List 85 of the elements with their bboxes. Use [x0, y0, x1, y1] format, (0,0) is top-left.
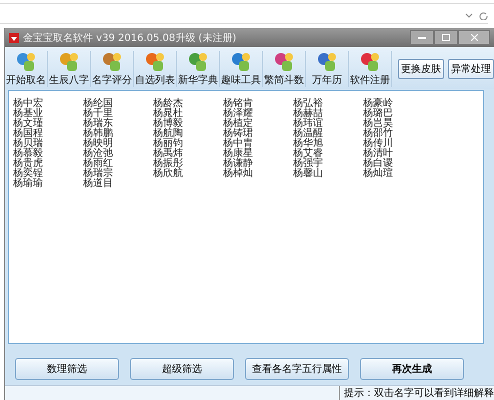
- name-item[interactable]: 杨雨红: [83, 159, 153, 169]
- app-icon[interactable]: [315, 51, 339, 73]
- name-item[interactable]: 杨禹炜: [153, 149, 223, 159]
- name-item[interactable]: 杨康星: [223, 149, 293, 159]
- maximize-icon: [442, 34, 450, 41]
- app-icon[interactable]: [358, 51, 382, 73]
- name-item[interactable]: 杨强宇: [293, 159, 363, 169]
- name-item[interactable]: 杨道目: [83, 179, 153, 189]
- name-item[interactable]: 杨慕毅: [13, 149, 83, 159]
- app-icon[interactable]: [57, 51, 81, 73]
- name-item[interactable]: 杨棹灿: [223, 169, 293, 179]
- toolbar-button[interactable]: 异常处理: [448, 59, 494, 79]
- name-item[interactable]: 杨中宏: [13, 99, 83, 109]
- app-icon[interactable]: [272, 51, 296, 73]
- name-item[interactable]: 杨贵虎: [13, 159, 83, 169]
- name-item[interactable]: 杨豪岭: [363, 99, 433, 109]
- name-item[interactable]: 杨谦静: [223, 159, 293, 169]
- name-item[interactable]: 杨邵竹: [363, 129, 433, 139]
- name-item[interactable]: 杨瑞东: [83, 119, 153, 129]
- name-item[interactable]: 杨玮谊: [293, 119, 363, 129]
- action-button[interactable]: 超级筛选: [130, 358, 234, 380]
- name-item[interactable]: 杨璐巴: [363, 109, 433, 119]
- name-item[interactable]: 杨馨山: [293, 169, 363, 179]
- name-item[interactable]: 杨岂昊: [363, 119, 433, 129]
- action-button[interactable]: 数理筛选: [15, 358, 119, 380]
- app-icon[interactable]: [186, 51, 210, 73]
- refresh-icon[interactable]: [479, 11, 488, 20]
- action-button[interactable]: 查看各名字五行属性: [245, 358, 349, 380]
- name-item[interactable]: 杨弘裕: [293, 99, 363, 109]
- toolbar-label[interactable]: 万年历: [312, 73, 342, 87]
- name-item[interactable]: 杨龄杰: [153, 99, 223, 109]
- name-item[interactable]: 杨灿瑄: [363, 169, 433, 179]
- name-item[interactable]: 杨华旭: [293, 139, 363, 149]
- toolbar-label[interactable]: 繁简斗数: [264, 73, 304, 87]
- toolbar-label[interactable]: 名字评分: [92, 73, 132, 87]
- app-icon[interactable]: [143, 51, 167, 73]
- close-icon: [470, 34, 478, 41]
- name-item[interactable]: 杨中胄: [223, 139, 293, 149]
- name-item[interactable]: 杨瑜瑜: [13, 179, 83, 189]
- name-item[interactable]: 杨白谡: [363, 159, 433, 169]
- toolbar-label[interactable]: 自选列表: [135, 73, 175, 87]
- maximize-button[interactable]: [434, 30, 458, 45]
- name-item[interactable]: 杨铭肯: [223, 99, 293, 109]
- close-button[interactable]: [458, 30, 490, 45]
- name-item[interactable]: 杨博毅: [153, 119, 223, 129]
- toolbar-label[interactable]: 生辰八字: [49, 73, 89, 87]
- name-item[interactable]: 杨沧弛: [83, 149, 153, 159]
- name-item[interactable]: 杨晁杜: [153, 109, 223, 119]
- name-item[interactable]: 杨纶国: [83, 99, 153, 109]
- name-item[interactable]: 杨铸珺: [223, 129, 293, 139]
- name-item[interactable]: 杨艾睿: [293, 149, 363, 159]
- name-item[interactable]: 杨丽钧: [153, 139, 223, 149]
- name-item[interactable]: 杨温醒: [293, 129, 363, 139]
- name-item[interactable]: 杨泽耀: [223, 109, 293, 119]
- minimize-button[interactable]: [410, 30, 434, 45]
- app-icon[interactable]: [14, 51, 38, 73]
- name-item[interactable]: 杨基业: [13, 109, 83, 119]
- name-item[interactable]: 杨振彤: [153, 159, 223, 169]
- name-item[interactable]: 杨赫喆: [293, 109, 363, 119]
- name-item[interactable]: 杨国程: [13, 129, 83, 139]
- status-text: 提示：双击名字可以看到详细解释: [339, 386, 494, 400]
- app-icon[interactable]: [229, 51, 253, 73]
- toolbar-label[interactable]: 软件注册: [350, 73, 390, 87]
- action-button[interactable]: 再次生成: [360, 358, 464, 380]
- app-icon[interactable]: [100, 51, 124, 73]
- name-item[interactable]: 杨贝瑞: [13, 139, 83, 149]
- name-item[interactable]: 杨植定: [223, 119, 293, 129]
- name-item[interactable]: 杨欣航: [153, 169, 223, 179]
- name-item[interactable]: 杨文瑾: [13, 119, 83, 129]
- dropdown-icon[interactable]: [465, 12, 473, 18]
- name-item[interactable]: 杨清叶: [363, 149, 433, 159]
- minimize-icon: [418, 36, 426, 39]
- toolbar-label[interactable]: 趣味工具: [221, 73, 261, 87]
- name-item[interactable]: 杨航陶: [153, 129, 223, 139]
- toolbar-button[interactable]: 更换皮肤: [398, 59, 444, 79]
- toolbar-label[interactable]: 新华字典: [178, 73, 218, 87]
- toolbar-label[interactable]: 开始取名: [6, 73, 46, 87]
- window-title: 金宝宝取名软件 v39 2016.05.08升级 (未注册): [23, 32, 236, 44]
- name-item[interactable]: 杨奕锃: [13, 169, 83, 179]
- name-item[interactable]: 杨瑞宗: [83, 169, 153, 179]
- name-item[interactable]: 杨千里: [83, 109, 153, 119]
- name-item[interactable]: 杨传川: [363, 139, 433, 149]
- app-logo-icon: [9, 32, 19, 42]
- name-item[interactable]: 杨映明: [83, 139, 153, 149]
- name-item[interactable]: 杨韩鹏: [83, 129, 153, 139]
